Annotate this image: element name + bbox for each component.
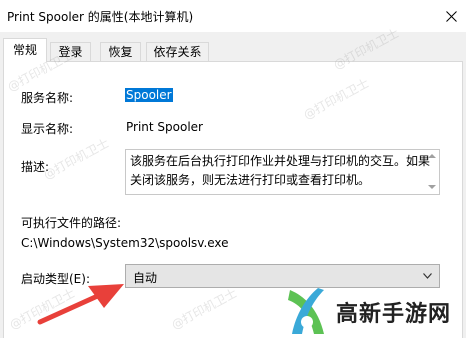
close-icon [445,10,457,22]
title-bar: Print Spooler 的属性(本地计算机) [0,0,466,32]
description-text: 该服务在后台执行打印作业并处理与打印机的交互。如果关闭该服务，则无法进行打印或查… [130,154,431,187]
tab-dependencies[interactable]: 依存关系 [146,42,209,61]
service-name-label: 服务名称: [21,91,74,105]
scroll-down-icon[interactable] [428,185,436,189]
exe-path-label: 可执行文件的路径: [21,216,122,230]
startup-type-select[interactable]: 自动 [125,264,440,288]
tab-recovery[interactable]: 恢复 [100,42,141,61]
annotation-arrow-icon [37,284,124,325]
close-button[interactable] [436,0,466,32]
brand-name: 高新手游网 [336,302,452,327]
display-name-label: 显示名称: [21,122,74,136]
service-name-text: Spooler [125,88,173,102]
display-name-value[interactable]: Print Spooler [126,120,203,134]
tab-logon[interactable]: 登录 [50,42,91,61]
description-label: 描述: [21,160,50,174]
description-scrollbar[interactable] [426,151,438,193]
window-title: Print Spooler 的属性(本地计算机) [7,10,194,24]
chevron-down-icon [423,273,432,279]
description-box[interactable]: 该服务在后台执行打印作业并处理与打印机的交互。如果关闭该服务，则无法进行打印或查… [125,149,440,195]
tab-general[interactable]: 常规 [3,38,47,62]
scroll-up-icon[interactable] [428,154,436,158]
exe-path-value: C:\Windows\System32\spoolsv.exe [21,236,229,250]
brand-watermark: 高新手游网 [278,286,466,338]
service-name-value[interactable]: Spooler [125,88,173,102]
tab-strip: 常规 登录 恢复 依存关系 [0,38,466,62]
brand-logo-icon [288,288,324,334]
startup-type-value: 自动 [133,271,158,285]
